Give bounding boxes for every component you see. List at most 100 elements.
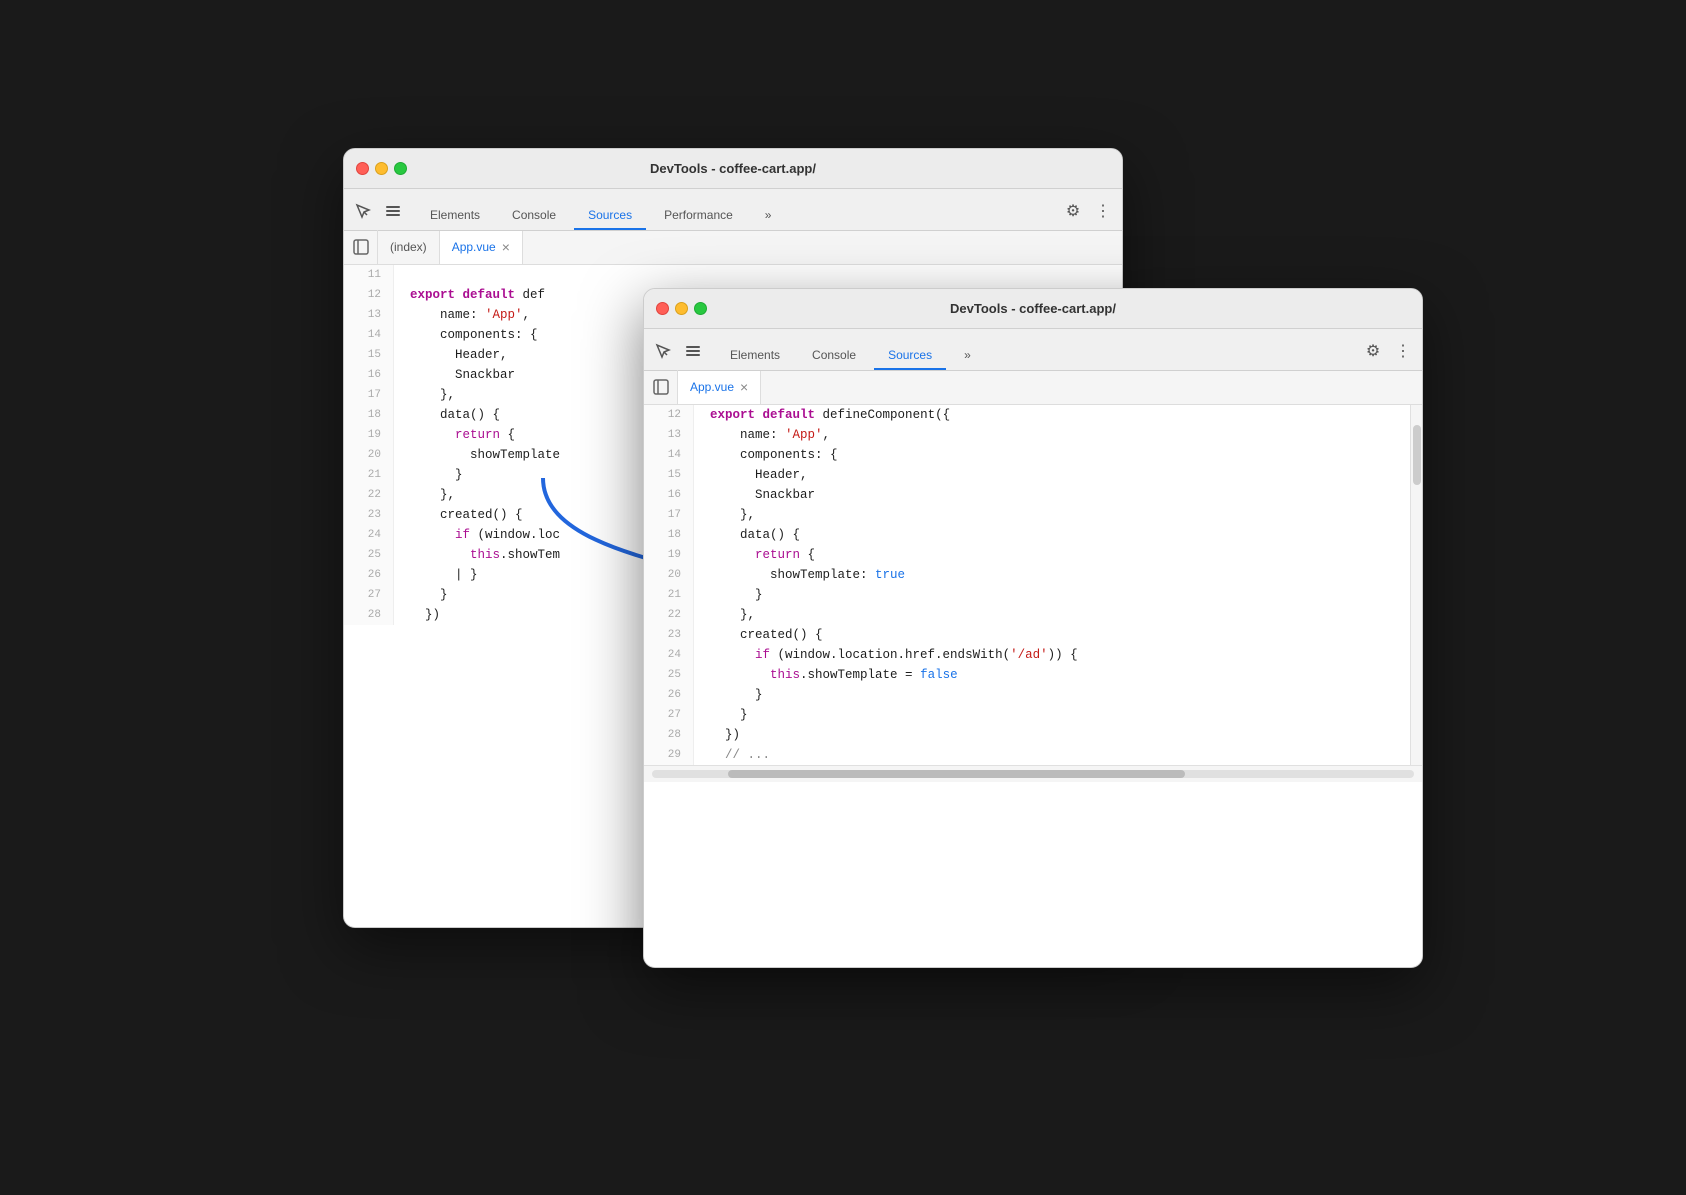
sidebar-toggle-back[interactable] — [344, 230, 378, 264]
ln-21-back: 21 — [356, 465, 381, 485]
ln-20-front: 20 — [656, 565, 681, 585]
ln-14-back: 14 — [356, 325, 381, 345]
tab-performance-back[interactable]: Performance — [650, 202, 747, 230]
ln-23-front: 23 — [656, 625, 681, 645]
horizontal-scrollbar-thumb[interactable] — [728, 770, 1185, 778]
code-line-15-front: Header, — [710, 465, 1394, 485]
scene: DevTools - coffee-cart.app/ — [343, 148, 1343, 1048]
line-numbers-front: 12 13 14 15 16 17 18 19 20 21 22 23 24 2… — [644, 405, 694, 765]
minimize-button-back[interactable] — [375, 162, 388, 175]
ln-26-front: 26 — [656, 685, 681, 705]
maximize-button-front[interactable] — [694, 302, 707, 315]
ln-26-back: 26 — [356, 565, 381, 585]
index-tab-back[interactable]: (index) — [378, 231, 440, 264]
ln-23-back: 23 — [356, 505, 381, 525]
code-line-28-front: }) — [710, 725, 1394, 745]
cursor-icon-back[interactable] — [352, 200, 374, 222]
horizontal-scrollbar-track[interactable] — [652, 770, 1414, 778]
tab-console-back[interactable]: Console — [498, 202, 570, 230]
code-line-27-front: } — [710, 705, 1394, 725]
ln-17-back: 17 — [356, 385, 381, 405]
ln-28-front: 28 — [656, 725, 681, 745]
sidebar-toggle-front[interactable] — [644, 370, 678, 404]
tab-more-front[interactable]: » — [950, 342, 985, 370]
ln-25-back: 25 — [356, 545, 381, 565]
dots-icon-back[interactable]: ⋮ — [1092, 200, 1114, 222]
appvue-tab-label-front: App.vue — [690, 380, 734, 394]
code-line-17-front: }, — [710, 505, 1394, 525]
tab-console-front[interactable]: Console — [798, 342, 870, 370]
layers-icon-back[interactable] — [382, 200, 404, 222]
file-tab-bar-back: (index) App.vue × — [344, 231, 1122, 265]
scrollbar-thumb-vertical[interactable] — [1413, 425, 1421, 485]
file-tab-bar-front: App.vue × — [644, 371, 1422, 405]
dots-icon-front[interactable]: ⋮ — [1392, 340, 1414, 362]
code-content-front: 12 13 14 15 16 17 18 19 20 21 22 23 24 2… — [644, 405, 1422, 765]
maximize-button-back[interactable] — [394, 162, 407, 175]
appvue-tab-close-front[interactable]: × — [740, 380, 748, 394]
ln-16-front: 16 — [656, 485, 681, 505]
ln-29-front: 29 — [656, 745, 681, 765]
ln-11-back: 11 — [356, 265, 381, 285]
tab-bar-right-front: ⚙ ⋮ — [1362, 340, 1414, 370]
ln-18-front: 18 — [656, 525, 681, 545]
close-button-back[interactable] — [356, 162, 369, 175]
devtools-icons-back — [352, 200, 404, 230]
code-area-front: 12 13 14 15 16 17 18 19 20 21 22 23 24 2… — [644, 405, 1422, 968]
ln-19-front: 19 — [656, 545, 681, 565]
cursor-icon-front[interactable] — [652, 340, 674, 362]
layers-icon-front[interactable] — [682, 340, 704, 362]
code-line-20-front: showTemplate: true — [710, 565, 1394, 585]
ln-19-back: 19 — [356, 425, 381, 445]
tab-sources-back[interactable]: Sources — [574, 202, 646, 230]
code-line-11-back — [410, 265, 1106, 285]
code-line-19-front: return { — [710, 545, 1394, 565]
code-line-14-front: components: { — [710, 445, 1394, 465]
ln-15-back: 15 — [356, 345, 381, 365]
tab-more-back[interactable]: » — [751, 202, 786, 230]
ln-28-back: 28 — [356, 605, 381, 625]
tab-sources-front[interactable]: Sources — [874, 342, 946, 370]
ln-25-front: 25 — [656, 665, 681, 685]
ln-18-back: 18 — [356, 405, 381, 425]
appvue-tab-label-back: App.vue — [452, 240, 496, 254]
ln-20-back: 20 — [356, 445, 381, 465]
ln-22-front: 22 — [656, 605, 681, 625]
line-numbers-back: 11 12 13 14 15 16 17 18 19 20 21 22 23 2… — [344, 265, 394, 625]
appvue-tab-back[interactable]: App.vue × — [440, 231, 523, 264]
code-line-18-front: data() { — [710, 525, 1394, 545]
ln-17-front: 17 — [656, 505, 681, 525]
code-line-16-front: Snackbar — [710, 485, 1394, 505]
ln-22-back: 22 — [356, 485, 381, 505]
code-body-front: 12 13 14 15 16 17 18 19 20 21 22 23 24 2… — [644, 405, 1422, 968]
ln-12-front: 12 — [656, 405, 681, 425]
minimize-button-front[interactable] — [675, 302, 688, 315]
appvue-tab-front[interactable]: App.vue × — [678, 371, 761, 404]
ln-24-back: 24 — [356, 525, 381, 545]
code-line-29-front: // ... — [710, 745, 1394, 765]
devtools-window-front: DevTools - coffee-cart.app/ — [643, 288, 1423, 968]
ln-14-front: 14 — [656, 445, 681, 465]
tab-bar-front: Elements Console Sources » ⚙ ⋮ — [644, 329, 1422, 371]
code-line-24-front: if (window.location.href.endsWith('/ad')… — [710, 645, 1394, 665]
code-lines-front: export default defineComponent({ name: '… — [694, 405, 1410, 765]
vertical-scrollbar-front[interactable] — [1410, 405, 1422, 765]
gear-icon-front[interactable]: ⚙ — [1362, 340, 1384, 362]
tab-bar-right-back: ⚙ ⋮ — [1062, 200, 1114, 230]
tab-elements-front[interactable]: Elements — [716, 342, 794, 370]
code-line-25-front: this.showTemplate = false — [710, 665, 1394, 685]
code-line-26-front: } — [710, 685, 1394, 705]
appvue-tab-close-back[interactable]: × — [502, 240, 510, 254]
ln-24-front: 24 — [656, 645, 681, 665]
tab-elements-back[interactable]: Elements — [416, 202, 494, 230]
close-button-front[interactable] — [656, 302, 669, 315]
ln-21-front: 21 — [656, 585, 681, 605]
traffic-lights-front — [656, 302, 707, 315]
title-bar-front: DevTools - coffee-cart.app/ — [644, 289, 1422, 329]
ln-15-front: 15 — [656, 465, 681, 485]
ln-16-back: 16 — [356, 365, 381, 385]
ln-13-back: 13 — [356, 305, 381, 325]
window-title-back: DevTools - coffee-cart.app/ — [650, 161, 816, 176]
gear-icon-back[interactable]: ⚙ — [1062, 200, 1084, 222]
ln-13-front: 13 — [656, 425, 681, 445]
